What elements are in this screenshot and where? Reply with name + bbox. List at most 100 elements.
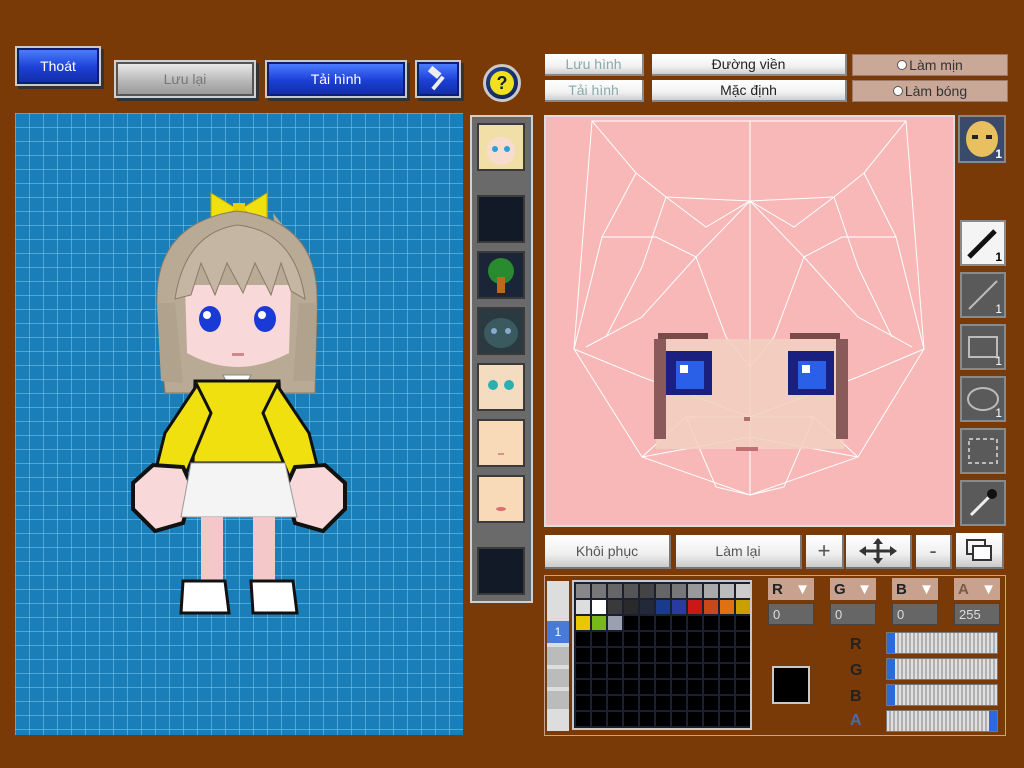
palette-swatch[interactable] xyxy=(608,680,622,694)
palette-swatch[interactable] xyxy=(592,584,606,598)
palette-swatch[interactable] xyxy=(720,664,734,678)
palette-swatch[interactable] xyxy=(624,712,638,726)
palette-swatch[interactable] xyxy=(736,600,750,614)
palette-swatch[interactable] xyxy=(704,648,718,662)
slot-hair[interactable] xyxy=(477,123,525,171)
palette-swatch[interactable] xyxy=(704,664,718,678)
palette-swatch[interactable] xyxy=(608,664,622,678)
palette-swatch[interactable] xyxy=(656,632,670,646)
palette-swatch[interactable] xyxy=(672,680,686,694)
palette-swatch[interactable] xyxy=(640,712,654,726)
palette-swatch[interactable] xyxy=(672,632,686,646)
shade-radio[interactable] xyxy=(892,86,903,96)
reload-button[interactable]: Tải hình xyxy=(267,62,405,96)
palette-swatch[interactable] xyxy=(576,712,590,726)
g-slider-thumb[interactable] xyxy=(887,659,895,679)
slot-face-eyes[interactable] xyxy=(477,363,525,411)
palette-swatch[interactable] xyxy=(576,584,590,598)
palette-swatch[interactable] xyxy=(688,648,702,662)
palette-swatch[interactable] xyxy=(672,648,686,662)
palette-swatch[interactable] xyxy=(704,616,718,630)
palette-swatch[interactable] xyxy=(624,664,638,678)
palette-swatch[interactable] xyxy=(592,680,606,694)
palette-swatch[interactable] xyxy=(592,648,606,662)
slot-face-plain[interactable] xyxy=(477,419,525,467)
palette-swatch[interactable] xyxy=(576,632,590,646)
palette-swatch[interactable] xyxy=(624,696,638,710)
palette-swatch[interactable] xyxy=(608,632,622,646)
palette-swatch[interactable] xyxy=(672,712,686,726)
b-slider[interactable] xyxy=(886,684,998,706)
palette-swatch[interactable] xyxy=(672,616,686,630)
default-tab[interactable]: Mặc định xyxy=(652,80,847,102)
line-tool[interactable]: 1 xyxy=(960,272,1006,318)
palette-swatch[interactable] xyxy=(624,648,638,662)
palette-swatch[interactable] xyxy=(656,600,670,614)
palette-swatch[interactable] xyxy=(720,600,734,614)
palette-swatch[interactable] xyxy=(736,648,750,662)
pen-tool[interactable]: 1 xyxy=(960,220,1006,266)
r-slider[interactable] xyxy=(886,632,998,654)
palette-swatch[interactable] xyxy=(576,648,590,662)
palette-swatch[interactable] xyxy=(656,712,670,726)
palette-swatch[interactable] xyxy=(688,584,702,598)
palette-swatch[interactable] xyxy=(576,680,590,694)
palette-swatch[interactable] xyxy=(576,664,590,678)
r-channel-dropdown[interactable]: R ▼ xyxy=(768,578,814,600)
save-image-tab[interactable]: Lưu hình xyxy=(545,54,644,76)
palette-swatch[interactable] xyxy=(672,696,686,710)
a-slider-thumb[interactable] xyxy=(989,711,997,731)
palette-swatch[interactable] xyxy=(720,584,734,598)
smooth-radio[interactable] xyxy=(897,60,908,70)
palette-swatch[interactable] xyxy=(720,648,734,662)
palette-swatch[interactable] xyxy=(720,632,734,646)
g-value-field[interactable]: 0 xyxy=(830,603,876,625)
palette-swatch[interactable] xyxy=(656,664,670,678)
palette-swatch[interactable] xyxy=(592,712,606,726)
palette-tab-2[interactable] xyxy=(547,647,569,665)
palette-swatch[interactable] xyxy=(688,712,702,726)
palette-swatch[interactable] xyxy=(736,664,750,678)
palette-swatch[interactable] xyxy=(592,664,606,678)
g-slider[interactable] xyxy=(886,658,998,680)
palette-swatch[interactable] xyxy=(640,632,654,646)
palette-swatch[interactable] xyxy=(672,600,686,614)
load-image-tab[interactable]: Tải hình xyxy=(545,80,644,102)
palette-swatch[interactable] xyxy=(704,712,718,726)
palette-tab-4[interactable] xyxy=(547,691,569,709)
palette-swatch[interactable] xyxy=(688,616,702,630)
palette-swatch[interactable] xyxy=(608,584,622,598)
palette-swatch[interactable] xyxy=(704,600,718,614)
redo-button[interactable]: Làm lại xyxy=(676,535,802,569)
palette-swatch[interactable] xyxy=(672,664,686,678)
palette-swatch[interactable] xyxy=(608,600,622,614)
palette-swatch[interactable] xyxy=(608,648,622,662)
palette-swatch[interactable] xyxy=(704,680,718,694)
palette-swatch[interactable] xyxy=(720,616,734,630)
slot-empty-1[interactable] xyxy=(477,195,525,243)
palette-swatch[interactable] xyxy=(640,584,654,598)
palette-swatch[interactable] xyxy=(624,680,638,694)
palette-swatch[interactable] xyxy=(640,648,654,662)
b-channel-dropdown[interactable]: B ▼ xyxy=(892,578,938,600)
palette-swatch[interactable] xyxy=(736,680,750,694)
palette-swatch[interactable] xyxy=(704,696,718,710)
palette-swatch[interactable] xyxy=(624,584,638,598)
palette-swatch[interactable] xyxy=(720,680,734,694)
zoom-in-button[interactable]: + xyxy=(806,535,844,569)
palette-swatch[interactable] xyxy=(656,584,670,598)
palette-swatch[interactable] xyxy=(640,696,654,710)
palette-swatch[interactable] xyxy=(736,712,750,726)
palette-swatch[interactable] xyxy=(656,696,670,710)
palette-swatch[interactable] xyxy=(688,600,702,614)
palette-swatch[interactable] xyxy=(624,600,638,614)
palette-swatch[interactable] xyxy=(592,600,606,614)
palette-swatch[interactable] xyxy=(592,696,606,710)
palette-swatch[interactable] xyxy=(608,712,622,726)
palette-swatch[interactable] xyxy=(656,648,670,662)
palette-swatch[interactable] xyxy=(576,600,590,614)
palette-swatch[interactable] xyxy=(656,680,670,694)
palette-swatch[interactable] xyxy=(640,664,654,678)
b-slider-thumb[interactable] xyxy=(887,685,895,705)
a-channel-dropdown[interactable]: A ▼ xyxy=(954,578,1000,600)
